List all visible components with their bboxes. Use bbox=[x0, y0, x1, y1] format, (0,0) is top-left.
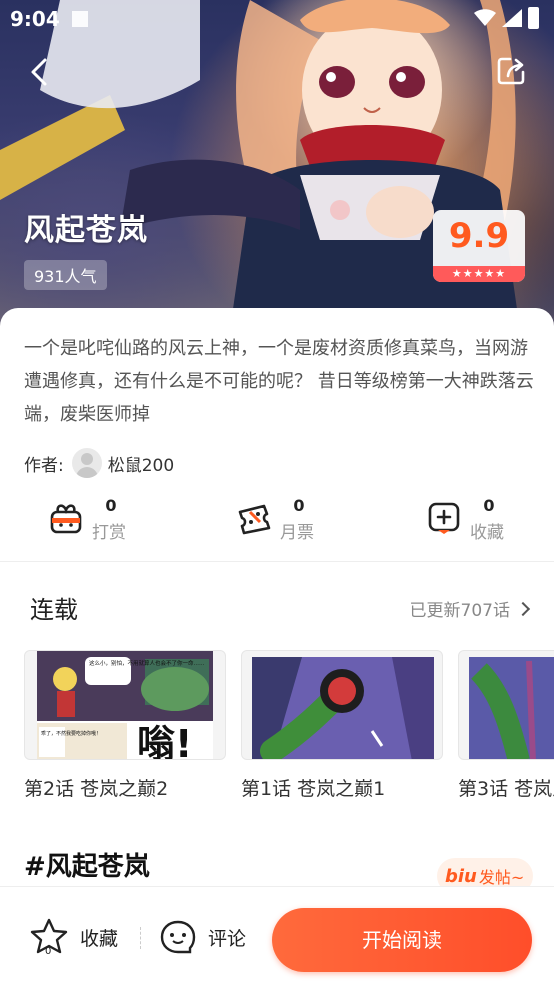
comment-button[interactable]: 评论 bbox=[160, 917, 246, 957]
chapter-carousel[interactable]: 这么小，别怕，不用就算人也会不了你一命…… 乖了，不然我要吃掉你哦！ 嗡! 第2… bbox=[24, 650, 554, 810]
chapter-card[interactable]: 第3话 苍岚之巅3 bbox=[458, 650, 554, 801]
comment-label: 评论 bbox=[208, 927, 247, 950]
chapter-thumb-art bbox=[469, 657, 554, 759]
share-icon[interactable] bbox=[494, 54, 528, 88]
detail-sheet: 一个是叱咤仙路的风云上神，一个是废材资质修真菜鸟，当网游遭遇修真，还有什么是不可… bbox=[0, 308, 554, 986]
battery-icon bbox=[528, 7, 539, 29]
chapter-card[interactable]: 这么小，别怕，不用就算人也会不了你一命…… 乖了，不然我要吃掉你哦！ 嗡! 第2… bbox=[24, 650, 226, 801]
chapter-title: 第1话 苍岚之巅1 bbox=[241, 778, 386, 800]
collect-label: 收藏 bbox=[470, 523, 504, 543]
notification-icon bbox=[72, 11, 88, 27]
chapter-card[interactable]: 第1话 苍岚之巅1 bbox=[241, 650, 443, 801]
star-icon: 0 bbox=[30, 918, 68, 957]
back-arrow-icon[interactable] bbox=[24, 56, 56, 88]
chapter-title: 第2话 苍岚之巅2 bbox=[24, 778, 169, 800]
synopsis-text: 一个是叱咤仙路的风云上神，一个是废材资质修真菜鸟，当网游遭遇修真，还有什么是不可… bbox=[24, 338, 534, 425]
popularity-badge: 931人气 bbox=[24, 260, 107, 290]
post-label: 发帖~ bbox=[478, 868, 525, 887]
rating-score: 9.9 bbox=[448, 216, 510, 256]
post-biu-logo: biu bbox=[445, 865, 477, 887]
update-count-text: 已更新707话 bbox=[409, 601, 510, 621]
stats-row: 0 打赏 0 月票 0 收藏 bbox=[0, 494, 554, 544]
start-reading-button[interactable]: 开始阅读 bbox=[272, 908, 532, 972]
chapter-thumbnail bbox=[241, 650, 443, 760]
chapter-thumbnail: 这么小，别怕，不用就算人也会不了你一命…… 乖了，不然我要吃掉你哦！ 嗡! bbox=[24, 650, 226, 760]
status-time: 9:04 bbox=[10, 7, 60, 31]
ticket-label: 月票 bbox=[280, 523, 314, 543]
collect-count: 0 bbox=[483, 496, 495, 515]
cover-hero: 9:04 风起苍岚 931人气 9.9 ★★★★★ bbox=[0, 0, 554, 330]
thumb-sfx-text: 嗡! bbox=[137, 722, 192, 760]
chapter-list-link[interactable]: 已更新707话 bbox=[409, 596, 531, 621]
rating-stars: ★★★★★ bbox=[433, 266, 525, 282]
favorite-button[interactable]: 0 收藏 bbox=[30, 917, 118, 957]
comic-title: 风起苍岚 bbox=[24, 213, 148, 248]
status-bar: 9:04 bbox=[0, 0, 554, 38]
author-row[interactable]: 作者: 松鼠200 bbox=[24, 446, 174, 480]
thumb-bubble-1: 这么小，别怕，不用就算人也会不了你一命…… bbox=[89, 659, 205, 667]
favorite-label: 收藏 bbox=[80, 927, 119, 950]
chevron-right-icon bbox=[515, 601, 531, 616]
reward-label: 打赏 bbox=[92, 523, 126, 543]
chapter-title: 第3话 苍岚之巅3 bbox=[458, 778, 554, 800]
comment-bubble-icon bbox=[160, 920, 196, 954]
thumb-bubble-2: 乖了，不然我要吃掉你哦！ bbox=[41, 730, 101, 737]
divider bbox=[140, 927, 141, 949]
ticket-icon bbox=[238, 504, 271, 535]
ticket-count: 0 bbox=[293, 496, 305, 515]
author-avatar[interactable] bbox=[71, 448, 102, 478]
chapter-thumb-art bbox=[252, 657, 434, 759]
wifi-icon bbox=[474, 9, 496, 26]
topic-hashtag[interactable]: #风起苍岚 bbox=[24, 846, 150, 883]
author-label: 作者: bbox=[24, 455, 64, 476]
bottom-action-bar: 0 收藏 评论 开始阅读 bbox=[0, 886, 554, 986]
bookmark-add-icon bbox=[428, 502, 460, 534]
divider bbox=[0, 561, 554, 562]
serial-header: 连载 bbox=[30, 596, 78, 624]
author-name[interactable]: 松鼠200 bbox=[108, 451, 174, 476]
signal-icon bbox=[502, 9, 522, 27]
rating-card: 9.9 ★★★★★ bbox=[433, 210, 525, 282]
favorite-count: 0 bbox=[45, 946, 51, 957]
reward-count: 0 bbox=[105, 496, 117, 515]
chapter-thumb-art: 这么小，别怕，不用就算人也会不了你一命…… 乖了，不然我要吃掉你哦！ 嗡! bbox=[37, 651, 213, 760]
chapter-thumbnail bbox=[458, 650, 554, 760]
gift-box-icon bbox=[50, 504, 82, 534]
